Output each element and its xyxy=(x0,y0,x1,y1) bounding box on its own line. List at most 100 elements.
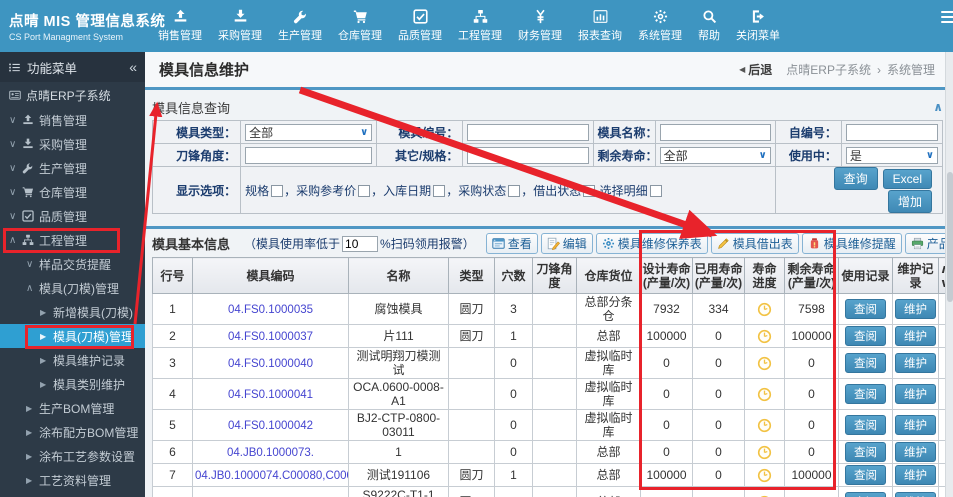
cell-cavities: 3 xyxy=(494,293,533,325)
sidebar-item-coating-process-params[interactable]: ▶ 涂布工艺参数设置 xyxy=(0,444,145,468)
sidebar-item-process-docs[interactable]: ▶ 工艺资料管理 xyxy=(0,468,145,492)
chevron-down-icon: ∨ xyxy=(925,149,934,161)
maintain-button[interactable]: 维护 xyxy=(895,415,936,435)
view-record-button[interactable]: 查阅 xyxy=(845,415,886,435)
sidebar-item-sales[interactable]: ∨ 销售管理 xyxy=(0,108,145,132)
sidebar-item-label: 新增模具(刀模) xyxy=(53,305,133,320)
sidebar-item-mold-maintenance-records[interactable]: ▶ 模具维护记录 xyxy=(0,348,145,372)
view-record-button[interactable]: 查阅 xyxy=(845,353,886,373)
view-record-button[interactable]: 查阅 xyxy=(845,465,886,485)
maintain-button[interactable]: 维护 xyxy=(895,353,936,373)
mold-table: 行号 模具编码 名称 类型 穴数 刀锋角度 仓库货位 设计寿命 (产量/次) 已用寿命 (产量/次)… xyxy=(152,257,950,497)
search-input-blade-angle[interactable] xyxy=(245,146,373,164)
sidebar-item-mold-management-page[interactable]: ▶ 模具(刀模)管理 xyxy=(0,324,145,348)
topbar-item-warehouse[interactable]: 仓库管理 xyxy=(330,0,390,52)
table-row: 6 04.JB0.1000073. 1 0 总部 0 0 0 查阅 维护 xyxy=(152,440,949,464)
chevron-right-icon: ▶ xyxy=(26,451,33,461)
life-progress-clock-icon xyxy=(757,302,772,317)
mold-code-link[interactable]: 04.FS0.1000035 xyxy=(228,304,313,316)
topbar-item-sales[interactable]: 销售管理 xyxy=(150,0,210,52)
view-record-button[interactable]: 查阅 xyxy=(845,492,886,497)
sidebar-item-sample-delivery-reminder[interactable]: ∨ 样品交货提醒 xyxy=(0,252,145,276)
topbar-item-finance[interactable]: 财务管理 xyxy=(510,0,570,52)
search-select-mold-type[interactable]: 全部 ∨ xyxy=(245,123,373,141)
menu-list-icon xyxy=(8,61,21,74)
search-input-mold-code[interactable] xyxy=(467,123,589,141)
topbar-item-close-menu[interactable]: 关闭菜单 xyxy=(728,0,788,52)
view-record-button[interactable]: 查阅 xyxy=(845,326,886,346)
lend-table-button[interactable]: 模具借出表 xyxy=(710,233,799,254)
topbar-item-purchase[interactable]: 采购管理 xyxy=(210,0,270,52)
mold-code-link[interactable]: 04.JB0.1000073. xyxy=(227,447,314,459)
back-button[interactable]: ◀ 后退 xyxy=(739,61,772,78)
sidebar-item-mold-management[interactable]: ∧ 模具(刀模)管理 xyxy=(0,276,145,300)
topbar-item-system[interactable]: 系统管理 xyxy=(630,0,690,52)
repair-reminder-button[interactable]: 模具维修提醒 xyxy=(801,233,902,254)
mold-code-link[interactable]: 04.FS0.1000041 xyxy=(228,389,313,401)
sidebar-item-label: 工艺资料管理 xyxy=(39,473,112,488)
excel-button[interactable]: Excel xyxy=(882,169,932,189)
vertical-scrollbar[interactable] xyxy=(945,52,953,497)
cell-remaining-life: 100000 xyxy=(784,463,839,487)
sidebar-item-new-mold[interactable]: ▶ 新增模具(刀模) xyxy=(0,300,145,324)
sidebar-item-production-bom[interactable]: ▶ 生产BOM管理 xyxy=(0,396,145,420)
sidebar-item-label: 生产BOM管理 xyxy=(39,401,115,416)
topbar-item-quality[interactable]: 品质管理 xyxy=(390,0,450,52)
breadcrumb-item-subsystem[interactable]: 点晴ERP子系统 xyxy=(786,61,871,78)
sidebar-item-quality[interactable]: ∨ 品质管理 xyxy=(0,204,145,228)
mold-code-link[interactable]: 04.FS0.1000037 xyxy=(228,331,313,343)
maintain-button[interactable]: 维护 xyxy=(895,326,936,346)
column-header-line-no: 行号 xyxy=(152,257,193,294)
mold-code-link[interactable]: 04.JB0.1000074.C00080,C00097, xyxy=(195,470,348,482)
topbar-item-production[interactable]: 生产管理 xyxy=(270,0,330,52)
topbar: 点晴 MIS 管理信息系统 CS Port Managment System 销… xyxy=(0,0,953,52)
maintain-button[interactable]: 维护 xyxy=(895,384,936,404)
maintain-button[interactable]: 维护 xyxy=(895,492,936,497)
usage-threshold-input[interactable] xyxy=(342,235,379,252)
search-input-mold-name[interactable] xyxy=(659,123,771,141)
view-button[interactable]: 查看 xyxy=(485,233,538,254)
mold-code-link[interactable]: 04.FS0.1000040 xyxy=(228,358,313,370)
display-option-checkbox[interactable] xyxy=(433,184,446,197)
display-option-checkbox[interactable] xyxy=(508,184,521,197)
query-button[interactable]: 查询 xyxy=(833,167,878,190)
display-option-checkbox[interactable] xyxy=(358,184,371,197)
topbar-item-help[interactable]: 帮助 xyxy=(690,0,728,52)
scrollbar-thumb[interactable] xyxy=(947,172,953,302)
search-input-self-code[interactable] xyxy=(845,123,938,141)
view-record-button[interactable]: 查阅 xyxy=(845,442,886,462)
page-title: 模具信息维护 xyxy=(159,62,250,79)
mold-code-link[interactable]: 04.FS0.1000042 xyxy=(228,420,313,432)
maintain-button[interactable]: 维护 xyxy=(895,299,936,319)
cell-design-life: 0 xyxy=(640,409,693,441)
display-option-checkbox[interactable] xyxy=(583,184,596,197)
sidebar-collapse-icon[interactable]: « xyxy=(129,59,137,75)
maintenance-table-button[interactable]: 模具维修保养表 xyxy=(595,233,708,254)
sidebar-item-dianjing-erp-subsystem[interactable]: 点晴ERP子系统 xyxy=(0,82,145,108)
search-select-in-use[interactable]: 是 ∨ xyxy=(845,146,938,164)
sidebar-item-warehouse[interactable]: ∨ 仓库管理 xyxy=(0,180,145,204)
search-input-other-spec[interactable] xyxy=(467,146,589,164)
view-record-button[interactable]: 查阅 xyxy=(845,299,886,319)
panel-collapse-icon[interactable]: ∧ xyxy=(933,100,943,114)
sidebar-item-purchase[interactable]: ∨ 采购管理 xyxy=(0,132,145,156)
breadcrumb-item-system[interactable]: 系统管理 xyxy=(887,61,935,78)
view-record-button[interactable]: 查阅 xyxy=(845,384,886,404)
sidebar-item-mold-category-maintenance[interactable]: ▶ 模具类别维护 xyxy=(0,372,145,396)
sitemap-icon xyxy=(473,9,488,24)
maintain-button[interactable]: 维护 xyxy=(895,442,936,462)
select-detail-checkbox[interactable] xyxy=(649,184,662,197)
search-label-self-code: 自编号： xyxy=(774,120,842,144)
display-option-checkbox[interactable] xyxy=(271,184,284,197)
topbar-item-engineering[interactable]: 工程管理 xyxy=(450,0,510,52)
sidebar-item-production[interactable]: ∨ 生产管理 xyxy=(0,156,145,180)
sidebar-item-coating-bom[interactable]: ▶ 涂布配方BOM管理 xyxy=(0,420,145,444)
search-select-remaining-life[interactable]: 全部 ∨ xyxy=(659,146,771,164)
maintain-button[interactable]: 维护 xyxy=(895,465,936,485)
sidebar-item-engineering[interactable]: ∧ 工程管理 xyxy=(0,228,145,252)
topbar-item-reports[interactable]: 报表查询 xyxy=(570,0,630,52)
table-row: 5 04.FS0.1000042 BJ2-CTP-0800-03011 0 虚拟临时库 0… xyxy=(152,409,949,441)
add-button[interactable]: 增加 xyxy=(887,190,932,213)
edit-button[interactable]: 编辑 xyxy=(540,233,593,254)
sidebar: 功能菜单 « 点晴ERP子系统 ∨ 销售管理 ∨ 采购管理 ∨ 生产管理 ∨ 仓库管理 ∨ 品质管理… xyxy=(0,52,145,497)
